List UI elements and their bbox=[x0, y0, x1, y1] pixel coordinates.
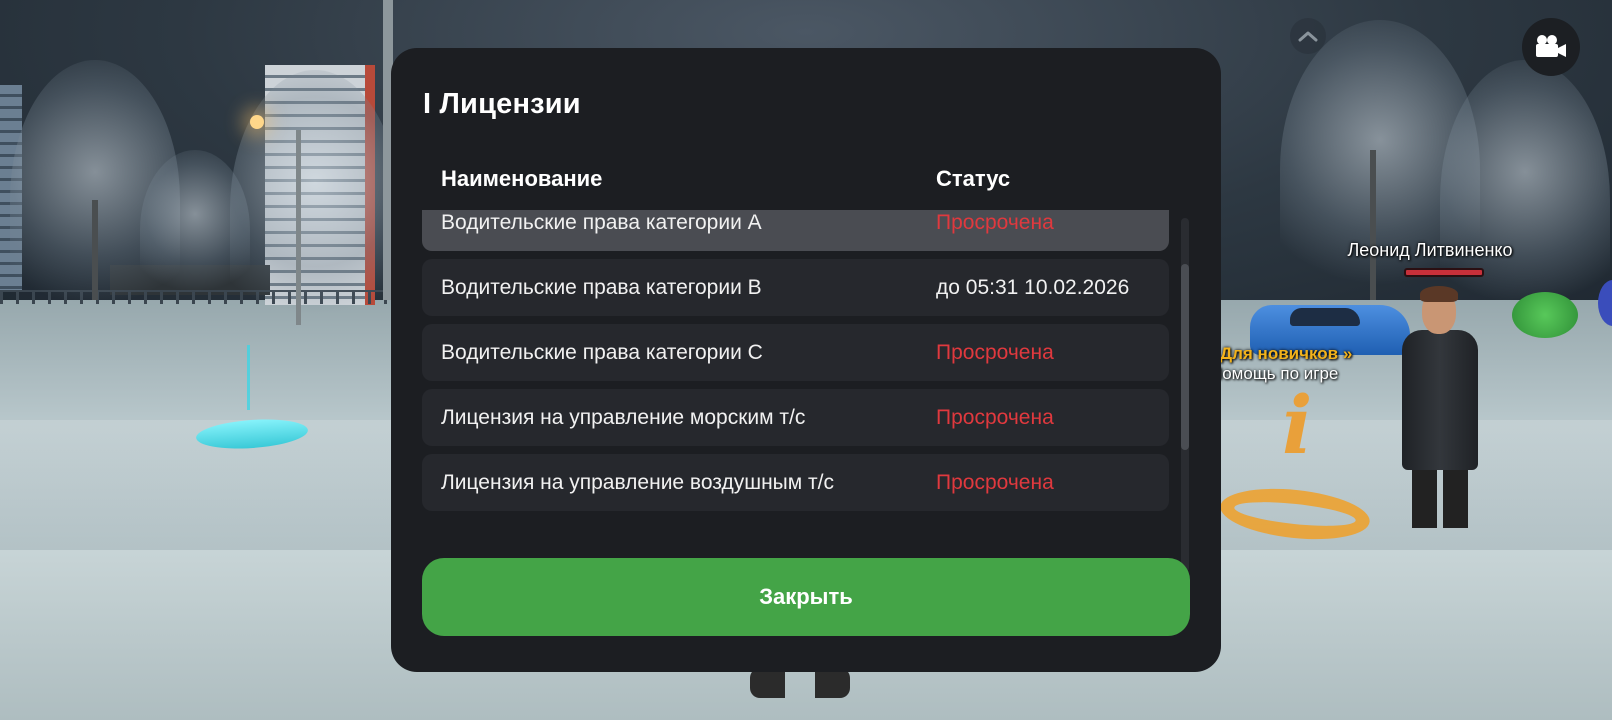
newbie-hint-subtitle[interactable]: Помощь по игре bbox=[1210, 364, 1338, 384]
modal-title: I Лицензии bbox=[423, 88, 581, 120]
street-lamp-light bbox=[250, 115, 264, 129]
green-bush bbox=[1512, 292, 1578, 338]
snowy-tree bbox=[230, 70, 400, 350]
license-row[interactable]: Водительские права категории C Просрочен… bbox=[422, 324, 1169, 381]
license-status: Просрочена bbox=[936, 405, 1054, 429]
car-window bbox=[1290, 308, 1360, 326]
npc-legs bbox=[1412, 468, 1468, 528]
licenses-modal: I Лицензии Наименование Статус Водительс… bbox=[391, 48, 1221, 672]
close-button[interactable]: Закрыть bbox=[422, 558, 1190, 636]
license-name: Водительские права категории C bbox=[441, 340, 763, 364]
street-lamp-pole bbox=[296, 130, 301, 325]
license-name: Водительские права категории B bbox=[441, 275, 762, 299]
license-row[interactable]: Водительские права категории A Просрочен… bbox=[422, 210, 1169, 251]
list-scrollbar[interactable] bbox=[1181, 218, 1189, 572]
license-row[interactable]: Лицензия на управление воздушным т/с Про… bbox=[422, 454, 1169, 511]
license-status: Просрочена bbox=[936, 340, 1054, 364]
collapse-button[interactable] bbox=[1290, 18, 1326, 54]
cyan-marker-beam bbox=[247, 345, 250, 410]
license-name: Лицензия на управление воздушным т/с bbox=[441, 470, 834, 494]
license-name: Водительские права категории A bbox=[441, 210, 762, 234]
tree-trunk bbox=[92, 200, 98, 300]
info-icon: i bbox=[1282, 378, 1313, 472]
license-name: Лицензия на управление морским т/с bbox=[441, 405, 806, 429]
camera-button[interactable] bbox=[1522, 18, 1580, 76]
npc-character bbox=[1402, 330, 1478, 470]
license-row[interactable]: Лицензия на управление морским т/с Проср… bbox=[422, 389, 1169, 446]
column-header-status: Статус bbox=[936, 166, 1011, 191]
license-status: Просрочена bbox=[936, 210, 1054, 234]
player-nametag: Леонид Литвиненко bbox=[1347, 240, 1513, 260]
chevron-up-icon bbox=[1298, 31, 1318, 42]
video-camera-icon bbox=[1536, 35, 1566, 57]
player-feet bbox=[750, 668, 850, 698]
newbie-hint-title[interactable]: Для новичков » bbox=[1220, 344, 1352, 364]
licenses-list[interactable]: Водительские права категории A Просрочен… bbox=[422, 210, 1192, 572]
scrollbar-thumb[interactable] bbox=[1181, 264, 1189, 450]
column-header-name: Наименование bbox=[441, 166, 603, 191]
tree-trunk bbox=[1370, 150, 1376, 300]
license-status: Просрочена bbox=[936, 470, 1054, 494]
license-row[interactable]: Водительские права категории B до 05:31 … bbox=[422, 259, 1169, 316]
player-health-bar bbox=[1404, 268, 1484, 277]
npc-hair bbox=[1420, 286, 1458, 302]
license-status: до 05:31 10.02.2026 bbox=[936, 275, 1130, 299]
